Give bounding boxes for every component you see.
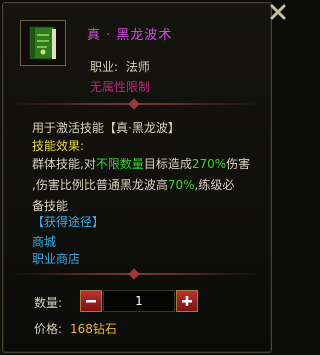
effect-line-1: 群体技能,对不限数量目标造成270%伤害	[32, 155, 250, 172]
effect-line-2: ,伤害比例比普通黑龙波高70%,练级必	[32, 176, 234, 193]
skill-book-icon	[29, 26, 56, 60]
effect-line-3: 备技能	[32, 199, 69, 213]
attribute-restriction: 无属性限制	[90, 80, 151, 94]
effect-highlight: 270%	[191, 157, 227, 171]
divider	[10, 268, 260, 280]
quantity-input[interactable]: 1	[103, 290, 175, 312]
usage-description: 用于激活技能【真·黑龙波】	[32, 121, 180, 135]
effect-text: 目标造成	[143, 157, 192, 171]
job-value: 法师	[125, 60, 150, 74]
divider	[10, 98, 260, 110]
price-value: 168钻石	[70, 322, 117, 336]
quantity-label: 数量:	[34, 296, 63, 310]
close-button[interactable]	[267, 0, 289, 24]
effect-label: 技能效果:	[32, 139, 85, 153]
acquisition-header: 【获得途径】	[32, 215, 105, 229]
effect-text: ,练级必	[194, 178, 235, 192]
price-label: 价格:	[34, 322, 63, 336]
source-mall-link[interactable]: 商城	[32, 233, 56, 250]
item-slot	[20, 20, 66, 66]
plus-icon	[182, 296, 192, 306]
job-requirement: 职业: 法师	[90, 58, 150, 75]
effect-text: 群体技能,对	[32, 157, 96, 171]
decrease-quantity-button[interactable]	[80, 290, 102, 312]
source-job-shop-link[interactable]: 职业商店	[32, 250, 80, 267]
effect-highlight: 70%	[167, 178, 195, 192]
minus-icon	[86, 300, 96, 303]
effect-text: ,伤害比例比普通黑龙波高	[32, 178, 168, 192]
effect-highlight: 不限数量	[95, 157, 144, 171]
job-label: 职业:	[90, 60, 119, 74]
increase-quantity-button[interactable]	[176, 290, 198, 312]
close-icon	[270, 4, 286, 20]
item-title: 真 · 黑龙波术	[87, 28, 173, 43]
effect-text: 伤害	[226, 157, 251, 171]
